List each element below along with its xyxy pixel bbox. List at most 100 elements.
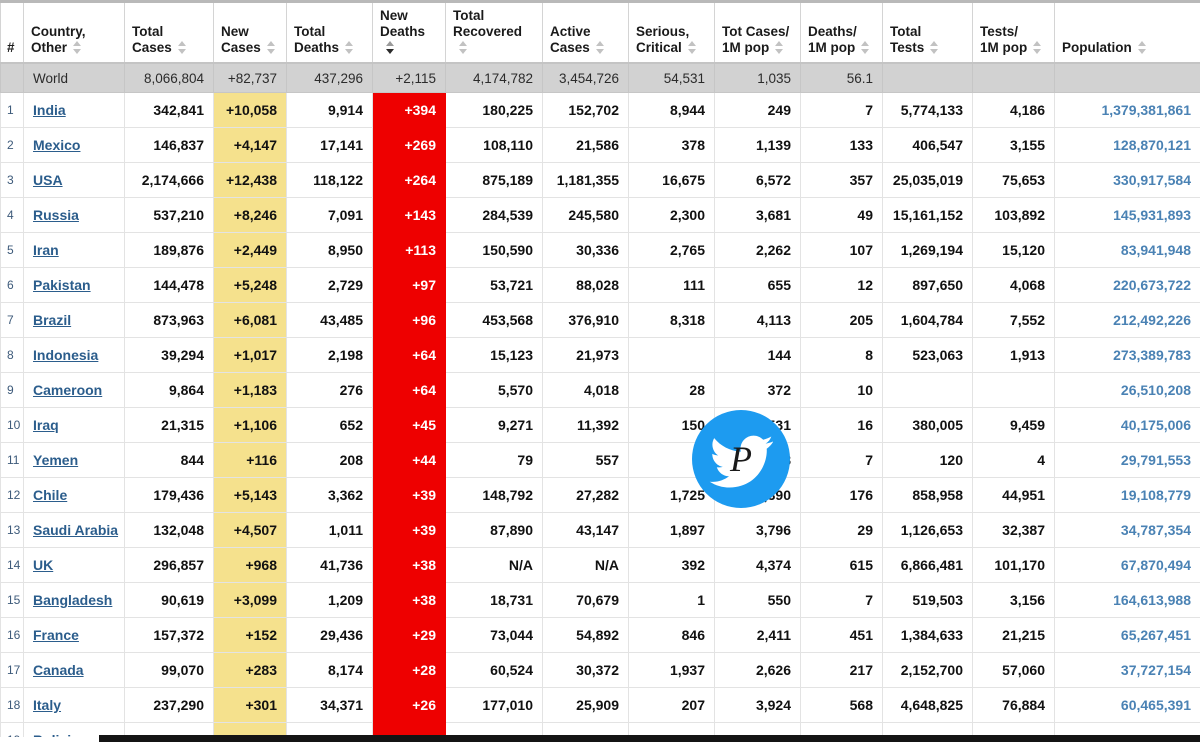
cell-total_deaths: 1,011 — [286, 512, 373, 549]
cell-active: 43,147 — [542, 512, 629, 549]
country-link[interactable]: Saudi Arabia — [33, 522, 118, 538]
cell-total_cases: 146,837 — [124, 127, 214, 164]
sort-icon[interactable] — [344, 40, 355, 54]
cell-new_cases: +3,099 — [213, 582, 287, 619]
country-link[interactable]: Bangladesh — [33, 592, 112, 608]
column-header-line2: 1M pop — [980, 39, 1028, 55]
country-link[interactable]: Indonesia — [33, 347, 98, 363]
column-header-tests_1m[interactable]: Tests/1M pop — [972, 0, 1055, 64]
cell-country: World — [23, 62, 125, 94]
cell-tests_1m: 3,156 — [972, 582, 1055, 619]
cell-active: 27,282 — [542, 477, 629, 514]
cell-deaths_1m: 107 — [800, 232, 883, 269]
cell-total_tests: 1,604,784 — [882, 302, 973, 339]
country-link[interactable]: Brazil — [33, 312, 71, 328]
cell-country: Iran — [23, 232, 125, 269]
bottom-scroll-bar[interactable] — [99, 735, 1200, 742]
cell-total_rec: 284,539 — [445, 197, 543, 234]
column-header-line1: New — [380, 8, 408, 23]
cell-new_cases: +4,507 — [213, 512, 287, 549]
cell-total_deaths: 2,198 — [286, 337, 373, 374]
cell-new_deaths: +97 — [372, 267, 446, 304]
table-row: 1 India 342,841 +10,058 9,914 +394 180,225 152,… — [0, 92, 1200, 129]
country-link[interactable]: Pakistan — [33, 277, 91, 293]
cell-total_rec: 9,271 — [445, 407, 543, 444]
country-link[interactable]: Russia — [33, 207, 79, 223]
column-header-total_rec[interactable]: Total Recovered — [445, 0, 543, 64]
country-link[interactable]: Iraq — [33, 417, 59, 433]
column-header-total_cases[interactable]: Total Cases — [124, 0, 214, 64]
sort-icon[interactable] — [1032, 40, 1043, 54]
sort-icon[interactable] — [72, 40, 83, 54]
cell-tests_1m: 101,170 — [972, 547, 1055, 584]
cell-new_cases: +82,737 — [213, 62, 287, 94]
cell-rank: 7 — [0, 302, 24, 339]
column-header-line2: Deaths — [380, 23, 426, 39]
cell-total_rec: 177,010 — [445, 687, 543, 724]
column-header-serious[interactable]: Serious, Critical — [628, 0, 715, 64]
cell-total_deaths: 208 — [286, 442, 373, 479]
sort-icon[interactable] — [177, 40, 188, 54]
column-header-new_deaths[interactable]: New Deaths — [372, 0, 446, 64]
country-link[interactable]: UK — [33, 557, 53, 573]
country-link[interactable]: Canada — [33, 662, 84, 678]
cell-total_rec: 108,110 — [445, 127, 543, 164]
column-header-line1: Total — [294, 23, 326, 39]
country-link[interactable]: Yemen — [33, 452, 78, 468]
cell-total_tests: 1,384,633 — [882, 617, 973, 654]
cell-country: Chile — [23, 477, 125, 514]
cell-deaths_1m: 56.1 — [800, 62, 883, 94]
cell-rank: 9 — [0, 372, 24, 409]
column-header-country[interactable]: Country, Other — [23, 0, 125, 64]
table-row: 15 Bangladesh 90,619 +3,099 1,209 +38 18,731 70… — [0, 582, 1200, 619]
column-header-cases_1m[interactable]: Tot Cases/1M pop — [714, 0, 801, 64]
sort-icon[interactable] — [1137, 40, 1148, 54]
table-row: 9 Cameroon 9,864 +1,183 276 +64 5,570 4,018 28 37… — [0, 372, 1200, 409]
cell-new_deaths: +26 — [372, 687, 446, 724]
column-header-new_cases[interactable]: New Cases — [213, 0, 287, 64]
cell-total_cases: 179,436 — [124, 477, 214, 514]
sort-icon[interactable] — [860, 40, 871, 54]
country-link[interactable]: France — [33, 627, 79, 643]
cell-total_tests: 523,063 — [882, 337, 973, 374]
column-header-active[interactable]: Active Cases — [542, 0, 629, 64]
cell-tests_1m — [972, 372, 1055, 409]
column-header-total_tests[interactable]: Total Tests — [882, 0, 973, 64]
column-header-total_deaths[interactable]: Total Deaths — [286, 0, 373, 64]
table-row: 17 Canada 99,070 +283 8,174 +28 60,524 30,372 1,… — [0, 652, 1200, 689]
sort-icon[interactable] — [595, 40, 606, 54]
column-header-line1: Tests/ — [980, 23, 1019, 39]
table-row: 3 USA 2,174,666 +12,438 118,122 +264 875,189 1,… — [0, 162, 1200, 199]
sort-icon[interactable] — [774, 40, 785, 54]
cell-total_rec: 4,174,782 — [445, 62, 543, 94]
column-header-deaths_1m[interactable]: Deaths/1M pop — [800, 0, 883, 64]
cell-deaths_1m: 133 — [800, 127, 883, 164]
cell-country: Iraq — [23, 407, 125, 444]
country-link[interactable]: Chile — [33, 487, 67, 503]
table-row: 2 Mexico 146,837 +4,147 17,141 +269 108,110 21,… — [0, 127, 1200, 164]
country-link[interactable]: USA — [33, 172, 63, 188]
country-link[interactable]: Mexico — [33, 137, 80, 153]
country-link[interactable]: India — [33, 102, 66, 118]
country-link[interactable]: Cameroon — [33, 382, 102, 398]
cell-tests_1m: 44,951 — [972, 477, 1055, 514]
sort-icon[interactable] — [458, 40, 469, 54]
cell-cases_1m: 2,626 — [714, 652, 801, 689]
cell-new_cases: +283 — [213, 652, 287, 689]
cell-new_cases: +6,081 — [213, 302, 287, 339]
country-link[interactable]: Iran — [33, 242, 59, 258]
column-header-line1: Tot Cases/ — [722, 23, 790, 39]
column-header-line1: Active — [550, 23, 591, 39]
cell-new_deaths: +2,115 — [372, 62, 446, 94]
cell-cases_1m: 655 — [714, 267, 801, 304]
column-header-population[interactable]: Population — [1054, 0, 1200, 64]
sort-desc-icon[interactable] — [385, 40, 396, 54]
cell-new_cases: +2,449 — [213, 232, 287, 269]
sort-icon[interactable] — [929, 40, 940, 54]
column-header-line1: Population — [1062, 40, 1193, 56]
sort-icon[interactable] — [687, 40, 698, 54]
sort-icon[interactable] — [266, 40, 277, 54]
cell-tests_1m: 4,068 — [972, 267, 1055, 304]
country-link[interactable]: Italy — [33, 697, 61, 713]
column-header-rank[interactable]: # — [0, 0, 24, 64]
